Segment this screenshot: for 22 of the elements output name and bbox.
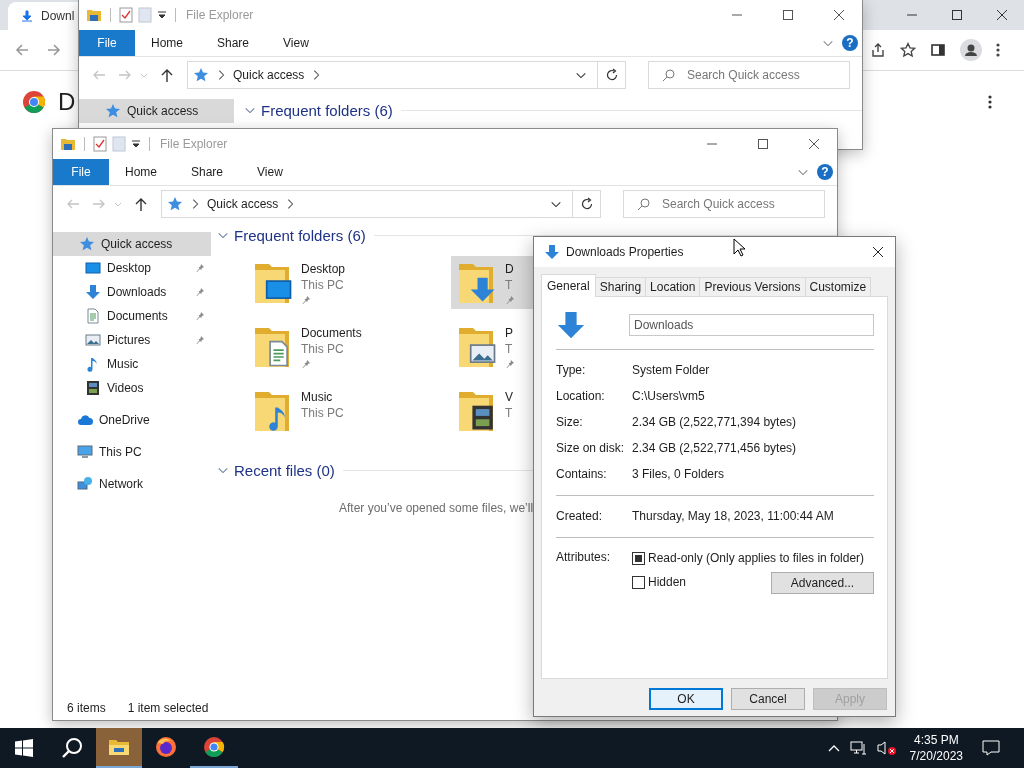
checkbox-label: Read-only (Only applies to files in folder) bbox=[648, 551, 865, 565]
window-title: File Explorer bbox=[160, 137, 228, 151]
property-label: Location: bbox=[556, 389, 606, 403]
property-value: 3 Files, 0 Folders bbox=[632, 467, 725, 481]
window-title: File Explorer bbox=[186, 8, 254, 22]
property-label: Contains: bbox=[556, 467, 608, 481]
property-value: 2.34 GB (2,522,771,456 bytes) bbox=[632, 441, 797, 455]
status-text: 1 item selected bbox=[127, 701, 209, 715]
property-value: Thursday, May 18, 2023, 11:00:44 AM bbox=[632, 509, 834, 523]
page-heading: D bbox=[58, 88, 76, 116]
property-label: Size on disk: bbox=[556, 441, 626, 455]
property-value: C:\Users\vm5 bbox=[632, 389, 705, 403]
property-label: Created: bbox=[556, 509, 604, 523]
property-value: System Folder bbox=[632, 363, 710, 377]
dialog-title: Downloads Properties bbox=[566, 245, 684, 259]
empty-message: After you’ve opened some files, we’ll bbox=[339, 501, 535, 515]
property-label: Size: bbox=[556, 415, 584, 429]
property-label: Attributes: bbox=[556, 549, 612, 565]
property-label: Type: bbox=[556, 363, 587, 377]
status-text: 6 items bbox=[67, 701, 106, 715]
checkbox-label: Hidden bbox=[648, 575, 687, 589]
property-value: 2.34 GB (2,522,771,394 bytes) bbox=[632, 415, 797, 429]
